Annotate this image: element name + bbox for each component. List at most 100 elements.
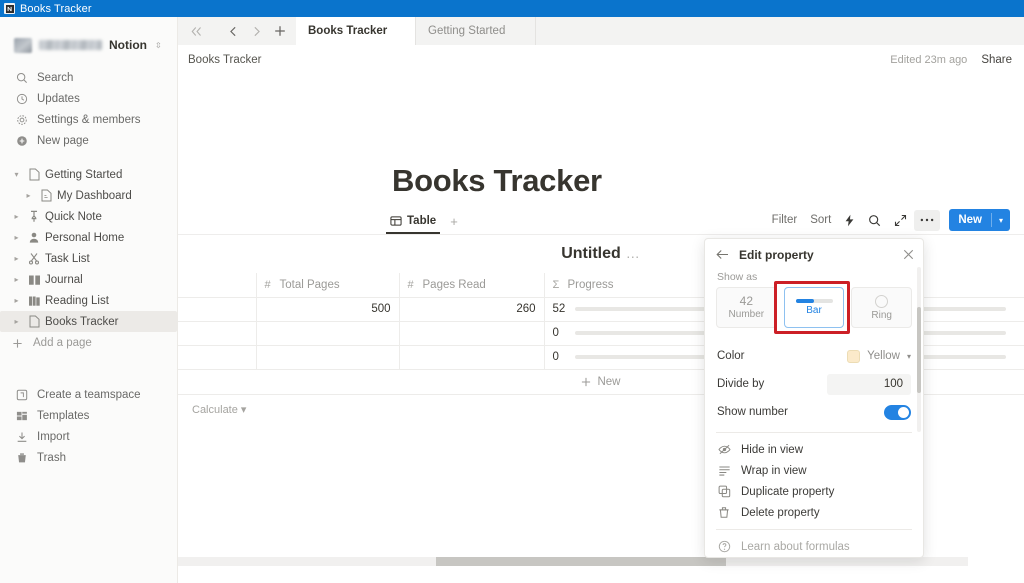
new-button[interactable]: New ▾: [949, 209, 1010, 231]
sidebar-item-import[interactable]: Import: [0, 426, 177, 447]
sort-button[interactable]: Sort: [804, 210, 837, 231]
cell-pages-read[interactable]: [399, 320, 545, 346]
sidebar-item-label: Import: [37, 430, 70, 443]
sidebar-item-settings[interactable]: Settings & members: [0, 109, 177, 130]
show-number-label: Show number: [717, 406, 788, 418]
chevron-right-icon[interactable]: ▸: [10, 254, 23, 263]
sidebar-page-journal[interactable]: ▸ Journal: [0, 269, 177, 290]
menu-item-duplicate-property[interactable]: Duplicate property: [705, 481, 923, 502]
window-title: Books Tracker: [20, 2, 92, 15]
trash-icon: [717, 506, 731, 519]
add-a-page-label: Add a page: [33, 337, 92, 349]
divide-by-input[interactable]: 100: [827, 373, 911, 395]
tab-label: Getting Started: [428, 25, 506, 37]
workspace-switcher[interactable]: Notion ⇳: [0, 33, 177, 57]
sidebar-page-getting-started[interactable]: ▾ Getting Started: [0, 164, 177, 185]
color-row[interactable]: Color Yellow ▾: [705, 342, 923, 370]
show-as-option-number[interactable]: 42 Number: [716, 287, 777, 328]
color-swatch: [847, 349, 861, 363]
cell-pages-read[interactable]: 260: [399, 296, 545, 322]
cell-total-pages[interactable]: 500: [256, 296, 400, 322]
sidebar-item-search[interactable]: Search: [0, 67, 177, 88]
calculate-button[interactable]: Calculate ▾: [192, 403, 246, 416]
show-as-option-bar[interactable]: Bar: [783, 287, 845, 328]
chevron-right-icon[interactable]: ▸: [10, 233, 23, 242]
new-tab-icon[interactable]: [269, 21, 290, 42]
menu-item-label: Duplicate property: [741, 485, 835, 498]
column-header-name[interactable]: [178, 273, 257, 298]
page-title[interactable]: Books Tracker: [392, 163, 602, 199]
sidebar-item-new-page[interactable]: New page: [0, 130, 177, 151]
show-as-option-ring[interactable]: Ring: [851, 287, 913, 328]
breadcrumb[interactable]: Books Tracker: [188, 54, 262, 66]
expand-icon[interactable]: [888, 210, 913, 231]
sidebar-page-books-tracker[interactable]: ▸ Books Tracker: [0, 311, 177, 332]
database-menu-icon[interactable]: …: [626, 245, 641, 261]
show-number-toggle[interactable]: [884, 404, 911, 420]
filter-button[interactable]: Filter: [766, 210, 804, 231]
color-value[interactable]: Yellow ▾: [847, 349, 911, 363]
gear-icon: [15, 113, 28, 126]
close-icon[interactable]: [903, 249, 914, 260]
add-view-button[interactable]: +: [446, 214, 462, 234]
horizontal-scrollbar[interactable]: [178, 557, 968, 566]
cell-name[interactable]: [178, 320, 257, 346]
sidebar-page-label: Personal Home: [45, 231, 125, 244]
ring-preview-icon: [875, 294, 889, 308]
cell-name[interactable]: [178, 296, 257, 322]
column-header-pages-read[interactable]: # Pages Read: [399, 273, 545, 298]
collapse-sidebar-icon[interactable]: [186, 21, 207, 42]
forward-arrow-icon[interactable]: [246, 21, 267, 42]
sidebar-item-templates[interactable]: Templates: [0, 405, 177, 426]
chevron-right-icon[interactable]: ▸: [10, 296, 23, 305]
sidebar-page-my-dashboard[interactable]: ▸ My Dashboard: [0, 185, 177, 206]
tab-books-tracker[interactable]: Books Tracker: [296, 17, 416, 45]
back-arrow-icon[interactable]: [223, 21, 244, 42]
view-tab-table[interactable]: Table: [386, 215, 441, 234]
cell-name[interactable]: [178, 344, 257, 370]
sidebar-item-trash[interactable]: Trash: [0, 447, 177, 468]
sidebar-page-reading-list[interactable]: ▸ Reading List: [0, 290, 177, 311]
sidebar-page-personal-home[interactable]: ▸ Personal Home: [0, 227, 177, 248]
sidebar: Notion ⇳ Search Updates Settings & membe…: [0, 17, 178, 583]
bar-preview-icon: [795, 299, 833, 303]
cell-pages-read[interactable]: [399, 344, 545, 370]
lightning-icon[interactable]: [838, 210, 861, 231]
sidebar-page-label: My Dashboard: [57, 189, 132, 202]
database-title[interactable]: Untitled: [561, 245, 621, 262]
view-tab-label: Table: [407, 215, 437, 227]
scrollbar-thumb: [436, 557, 726, 566]
sidebar-item-create-teamspace[interactable]: Create a teamspace: [0, 384, 177, 405]
chevron-down-icon[interactable]: ▾: [10, 170, 23, 179]
more-options-icon[interactable]: [914, 209, 941, 231]
panel-scrollbar[interactable]: [917, 267, 921, 432]
sidebar-page-task-list[interactable]: ▸ Task List: [0, 248, 177, 269]
chevron-right-icon[interactable]: ▸: [10, 275, 23, 284]
chevron-right-icon[interactable]: ▸: [10, 212, 23, 221]
chevron-right-icon[interactable]: ▸: [22, 191, 35, 200]
number-symbol: #: [264, 278, 271, 291]
show-as-option-label: Bar: [806, 305, 822, 316]
tab-getting-started[interactable]: Getting Started: [416, 17, 536, 45]
menu-item-learn-about-formulas[interactable]: Learn about formulas: [705, 536, 923, 557]
menu-item-wrap-in-view[interactable]: Wrap in view: [705, 460, 923, 481]
menu-item-delete-property[interactable]: Delete property: [705, 502, 923, 523]
show-as-option-label: Number: [728, 309, 765, 320]
column-header-total-pages[interactable]: # Total Pages: [256, 273, 400, 298]
share-button[interactable]: Share: [981, 54, 1012, 66]
cell-total-pages[interactable]: [256, 344, 400, 370]
sidebar-page-quick-note[interactable]: ▸ Quick Note: [0, 206, 177, 227]
search-icon[interactable]: [862, 210, 887, 231]
chevron-right-icon[interactable]: ▸: [10, 317, 23, 326]
back-arrow-icon[interactable]: [716, 249, 730, 260]
chevron-down-icon[interactable]: ▾: [992, 216, 1010, 225]
cell-total-pages[interactable]: [256, 320, 400, 346]
add-a-page-button[interactable]: Add a page: [0, 332, 177, 354]
menu-item-hide-in-view[interactable]: Hide in view: [705, 439, 923, 460]
pin-icon: [27, 210, 41, 223]
sidebar-item-label: Create a teamspace: [37, 388, 141, 401]
progress-value: 0: [552, 327, 559, 339]
column-label: Total Pages: [279, 278, 340, 291]
sidebar-item-updates[interactable]: Updates: [0, 88, 177, 109]
nav-buttons: [178, 17, 296, 45]
